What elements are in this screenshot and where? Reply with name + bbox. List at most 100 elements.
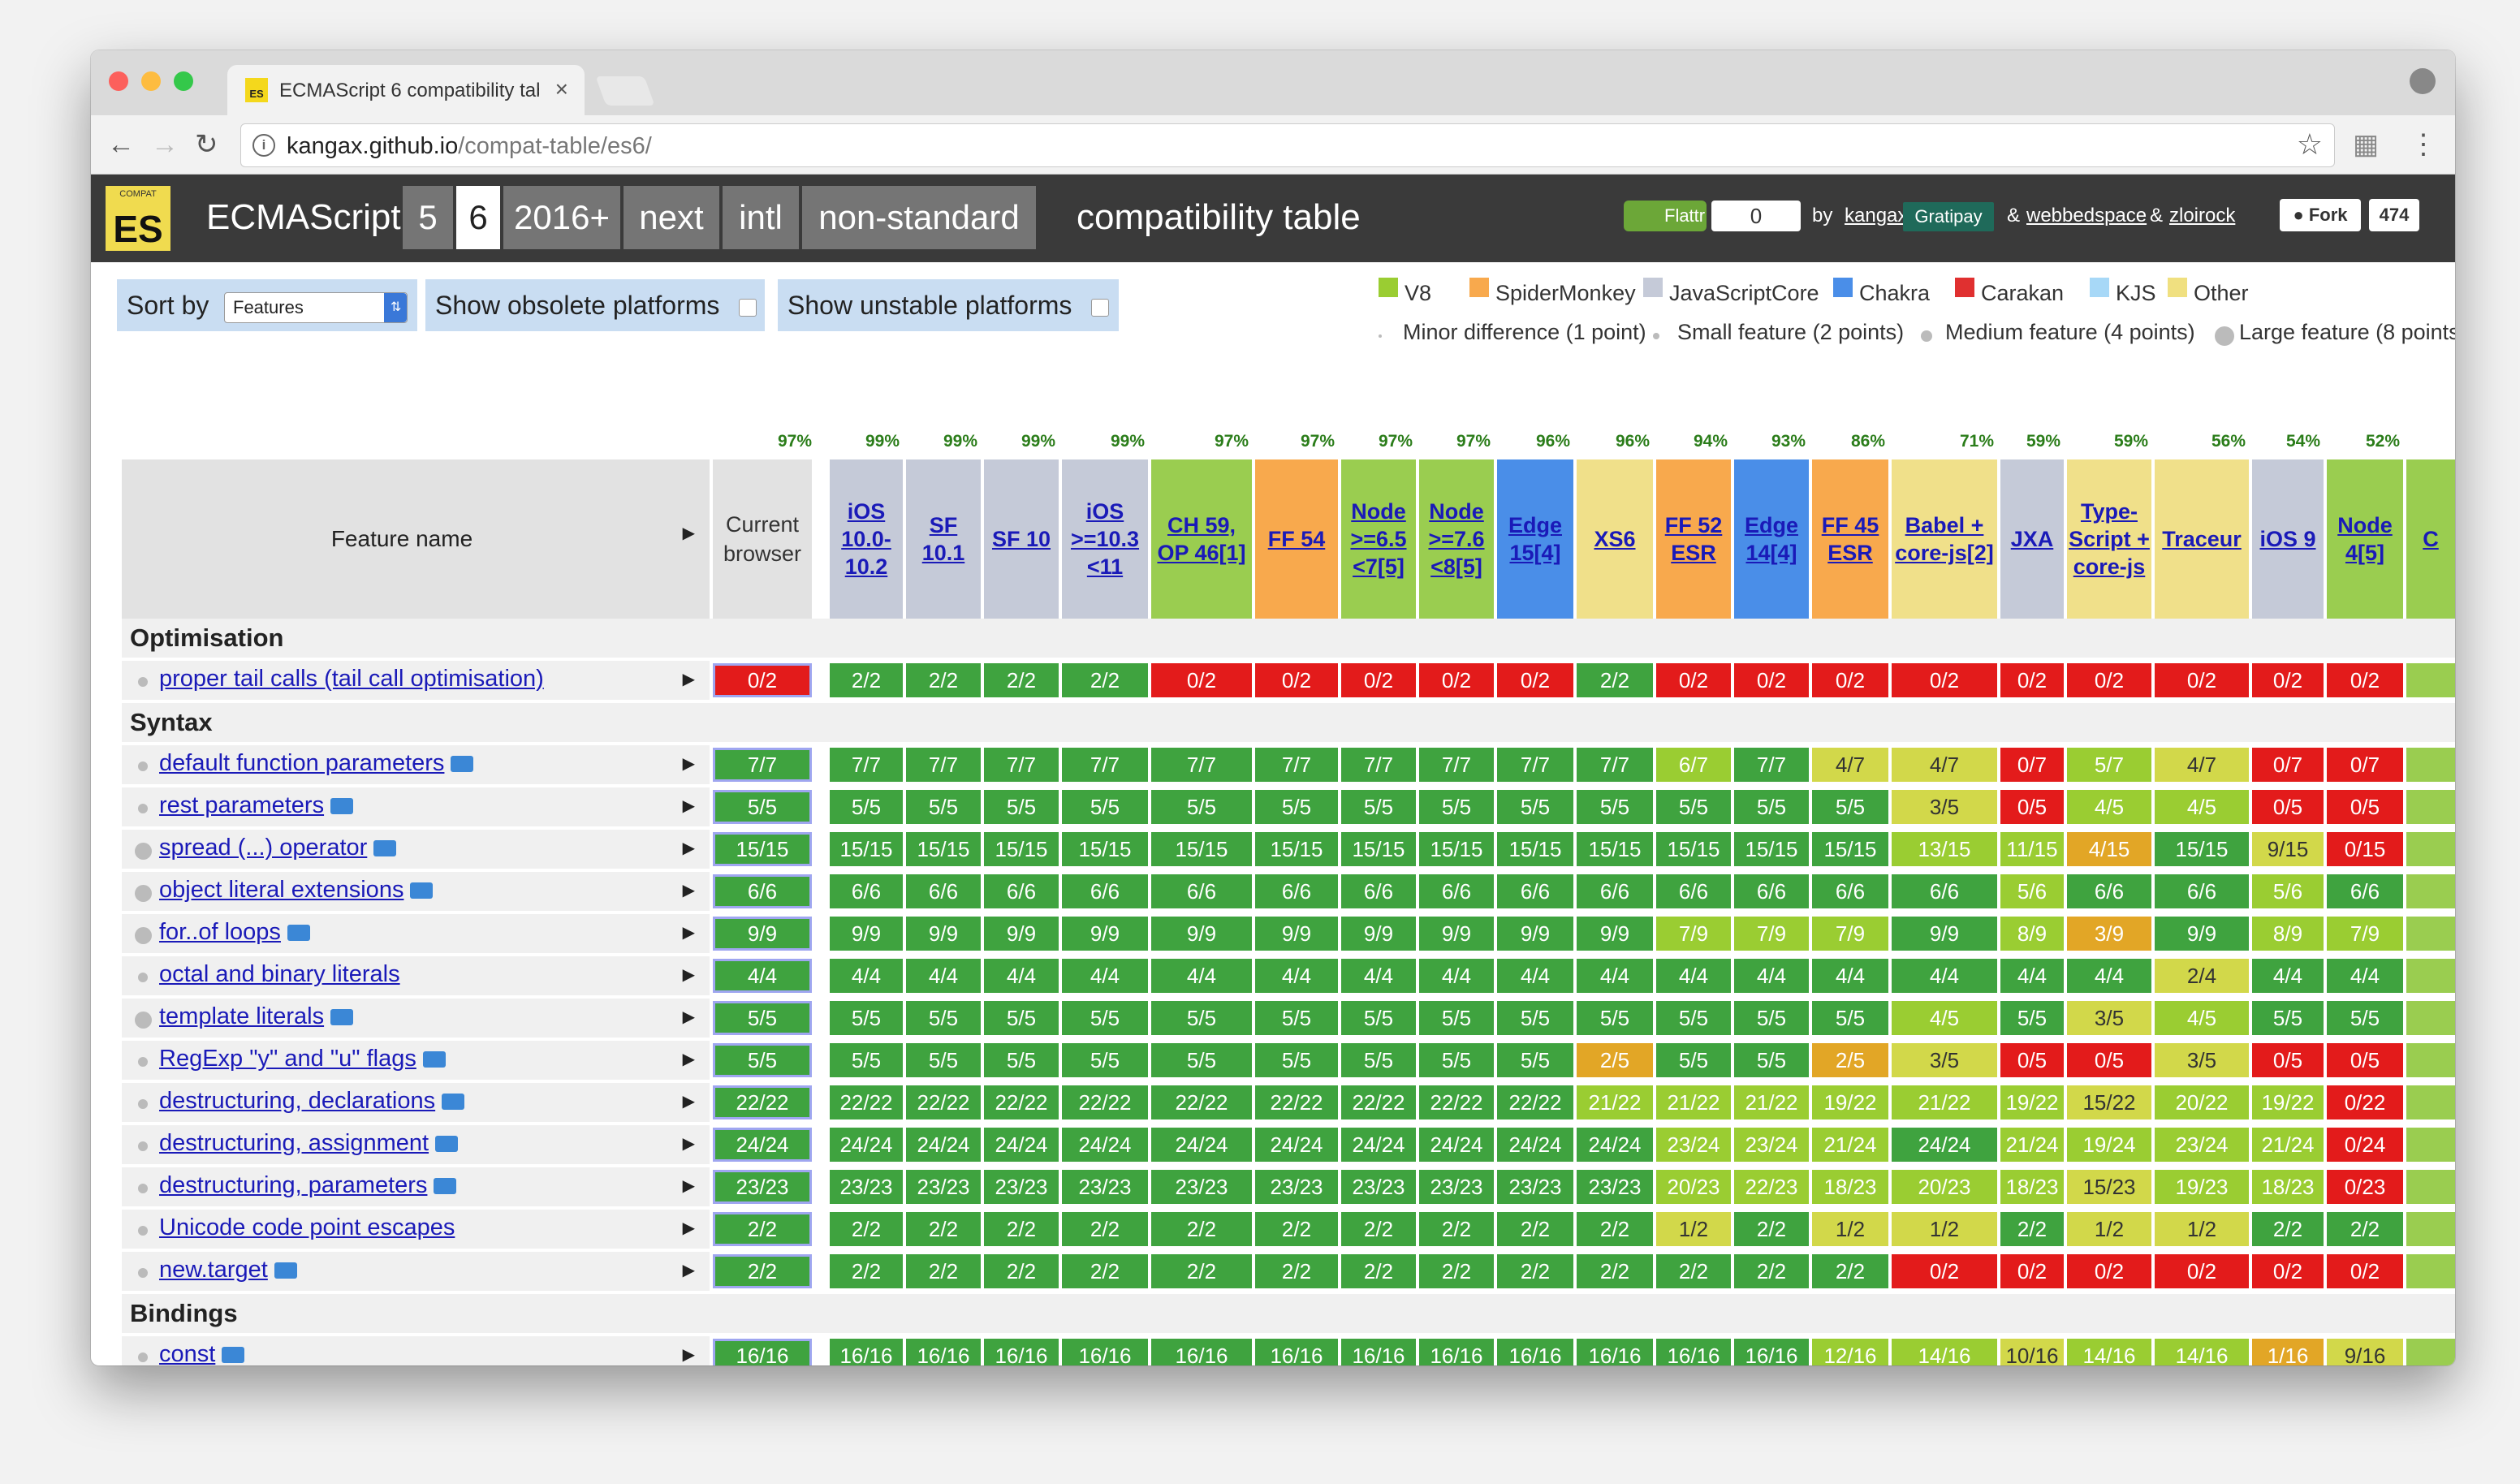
result-cell: 6/7 <box>1656 748 1731 782</box>
expand-row-icon[interactable]: ▶ <box>683 1091 695 1111</box>
feature-name-link[interactable]: template literals <box>159 1003 354 1030</box>
current-browser-cell: 24/24 <box>713 1128 812 1162</box>
platform-header[interactable]: FF 52 ESR <box>1656 459 1731 619</box>
result-cell: 0/22 <box>2327 1085 2403 1119</box>
expand-row-icon[interactable]: ▶ <box>683 922 695 943</box>
result-cell: 4/5 <box>2067 790 2151 824</box>
feature-row[interactable]: object literal extensions ▶ <box>122 872 710 911</box>
expand-row-icon[interactable]: ▶ <box>683 838 695 858</box>
platform-header[interactable]: FF 45 ESR <box>1812 459 1888 619</box>
feature-row[interactable]: new.target ▶ <box>122 1252 710 1291</box>
result-cell: 24/24 <box>1151 1128 1252 1162</box>
spec-flag-icon[interactable] <box>422 1051 446 1068</box>
feature-row[interactable]: spread (...) operator ▶ <box>122 830 710 869</box>
feature-name-link[interactable]: const <box>159 1341 245 1365</box>
platform-header[interactable]: Traceur <box>2155 459 2249 619</box>
platform-header[interactable]: Edge 14[4] <box>1734 459 1809 619</box>
spec-flag-icon[interactable] <box>330 798 354 815</box>
platform-header[interactable]: SF 10 <box>984 459 1059 619</box>
feature-row[interactable]: destructuring, declarations ▶ <box>122 1083 710 1122</box>
expand-row-icon[interactable]: ▶ <box>683 1133 695 1154</box>
result-cell: 2/2 <box>1734 1254 1809 1288</box>
spec-flag-icon[interactable] <box>435 1136 459 1153</box>
expand-row-icon[interactable]: ▶ <box>683 669 695 689</box>
spec-flag-icon[interactable] <box>451 756 474 773</box>
platform-header[interactable]: Babel + core-js[2] <box>1892 459 1997 619</box>
result-cell: 16/16 <box>1151 1339 1252 1365</box>
feature-row[interactable]: destructuring, parameters ▶ <box>122 1167 710 1206</box>
result-cell: 20/23 <box>1892 1170 1997 1204</box>
spec-flag-icon[interactable] <box>442 1094 465 1111</box>
platform-header[interactable]: Node 4[5] <box>2327 459 2403 619</box>
result-cell: 22/22 <box>1151 1085 1252 1119</box>
platform-header[interactable]: iOS >=10.3 <11 <box>1062 459 1148 619</box>
expand-row-icon[interactable]: ▶ <box>683 880 695 900</box>
result-cell: 23/23 <box>1419 1170 1494 1204</box>
spec-flag-icon[interactable] <box>222 1347 245 1364</box>
platform-header[interactable]: C <box>2406 459 2455 619</box>
feature-name-link[interactable]: destructuring, parameters <box>159 1172 457 1199</box>
feature-name-link[interactable]: octal and binary literals <box>159 961 400 988</box>
feature-row[interactable]: for..of loops ▶ <box>122 914 710 953</box>
spec-flag-icon[interactable] <box>373 840 397 857</box>
expand-row-icon[interactable]: ▶ <box>683 1007 695 1027</box>
expand-row-icon[interactable]: ▶ <box>683 1344 695 1365</box>
expand-row-icon[interactable]: ▶ <box>683 1260 695 1280</box>
result-cell: 9/9 <box>906 917 981 951</box>
feature-row[interactable]: octal and binary literals ▶ <box>122 956 710 995</box>
feature-row[interactable]: template literals ▶ <box>122 999 710 1038</box>
spec-flag-icon[interactable] <box>434 1178 457 1195</box>
feature-name-link[interactable]: rest parameters <box>159 792 354 819</box>
feature-row[interactable]: rest parameters ▶ <box>122 787 710 826</box>
platform-header[interactable]: iOS 9 <box>2252 459 2324 619</box>
result-cell: 0/2 <box>1151 663 1252 697</box>
platform-header[interactable]: iOS 10.0-10.2 <box>830 459 903 619</box>
expand-row-icon[interactable]: ▶ <box>683 753 695 774</box>
expand-row-icon[interactable]: ▶ <box>683 1049 695 1069</box>
platform-header[interactable]: SF 10.1 <box>906 459 981 619</box>
platform-header[interactable]: JXA <box>2000 459 2064 619</box>
platform-header[interactable]: CH 59, OP 46[1] <box>1151 459 1252 619</box>
feature-name-link[interactable]: proper tail calls (tail call optimisatio… <box>159 666 544 692</box>
expand-row-icon[interactable]: ▶ <box>683 796 695 816</box>
feature-row[interactable]: proper tail calls (tail call optimisatio… <box>122 661 710 700</box>
expand-all-icon[interactable]: ▶ <box>683 523 695 543</box>
feature-name-link[interactable]: new.target <box>159 1257 297 1283</box>
spec-flag-icon[interactable] <box>287 925 310 942</box>
result-cell: 0/15 <box>2327 832 2403 866</box>
result-cell: 4/7 <box>2155 748 2249 782</box>
feature-row[interactable]: default function parameters ▶ <box>122 745 710 784</box>
feature-row[interactable]: const ▶ <box>122 1336 710 1365</box>
feature-name-link[interactable]: destructuring, assignment <box>159 1130 459 1157</box>
feature-row[interactable]: Unicode code point escapes ▶ <box>122 1210 710 1249</box>
feature-name-link[interactable]: destructuring, declarations <box>159 1088 465 1115</box>
platform-header[interactable]: Node >=6.5 <7[5] <box>1341 459 1416 619</box>
feature-name-link[interactable]: spread (...) operator <box>159 835 397 861</box>
feature-name-link[interactable]: RegExp "y" and "u" flags <box>159 1046 446 1072</box>
result-cell: 4/4 <box>1656 959 1731 993</box>
feature-name-header[interactable]: Feature name ▶ <box>122 459 710 619</box>
result-cell: 21/22 <box>1656 1085 1731 1119</box>
expand-row-icon[interactable]: ▶ <box>683 1176 695 1196</box>
platform-header[interactable]: Type-Script + core-js <box>2067 459 2151 619</box>
feature-row[interactable]: destructuring, assignment ▶ <box>122 1125 710 1164</box>
spec-flag-icon[interactable] <box>410 882 434 899</box>
feature-name-link[interactable]: default function parameters <box>159 750 474 777</box>
platform-header[interactable]: XS6 <box>1577 459 1653 619</box>
result-cell: 2/2 <box>1419 1212 1494 1246</box>
platform-header[interactable]: FF 54 <box>1255 459 1338 619</box>
platform-header[interactable]: Node >=7.6 <8[5] <box>1419 459 1494 619</box>
result-cell: 1/2 <box>2155 1212 2249 1246</box>
feature-name-link[interactable]: Unicode code point escapes <box>159 1214 455 1241</box>
platform-header[interactable]: Edge 15[4] <box>1497 459 1573 619</box>
spec-flag-icon[interactable] <box>274 1262 297 1279</box>
result-cell: 4/4 <box>984 959 1059 993</box>
feature-row[interactable]: RegExp "y" and "u" flags ▶ <box>122 1041 710 1080</box>
expand-row-icon[interactable]: ▶ <box>683 1218 695 1238</box>
feature-name-link[interactable]: object literal extensions <box>159 877 434 904</box>
result-cell: 2/2 <box>1577 663 1653 697</box>
current-browser-cell: 2/2 <box>713 1254 812 1288</box>
spec-flag-icon[interactable] <box>330 1009 354 1026</box>
expand-row-icon[interactable]: ▶ <box>683 964 695 985</box>
feature-name-link[interactable]: for..of loops <box>159 919 310 946</box>
